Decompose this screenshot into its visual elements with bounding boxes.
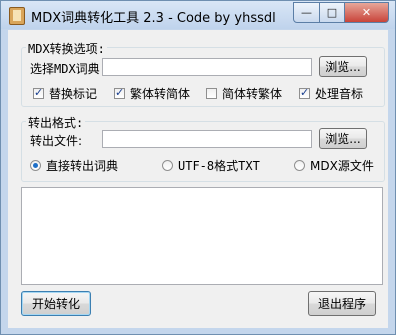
maximize-button[interactable]: □ (320, 2, 345, 23)
output-format-title: 转出格式: (26, 114, 86, 131)
exit-program-button[interactable]: 退出程序 (308, 291, 376, 316)
book-icon (9, 7, 25, 25)
log-textarea[interactable] (21, 187, 383, 285)
radio-label: UTF-8格式TXT (178, 159, 260, 173)
convert-options-title: MDX转换选项: (26, 40, 107, 57)
checkbox-label: 替换标记 (49, 87, 98, 101)
output-file-label: 转出文件: (30, 134, 83, 148)
output-file-input[interactable] (102, 130, 312, 148)
radio-dot[interactable] (162, 160, 173, 171)
radio-label: MDX源文件 (310, 159, 374, 173)
minimize-button[interactable]: — (293, 2, 320, 23)
direct-dictionary-radio[interactable]: 直接转出词典 (30, 157, 118, 174)
checkbox-box[interactable] (299, 86, 310, 99)
caption-buttons: — □ ✕ (293, 2, 389, 23)
checkbox-label: 处理音标 (315, 87, 364, 101)
utf8-txt-radio[interactable]: UTF-8格式TXT (162, 157, 260, 174)
checkbox-box[interactable] (33, 86, 44, 99)
checkbox-box[interactable] (206, 88, 217, 99)
traditional-to-simplified-checkbox[interactable]: 繁体转简体 (114, 85, 190, 102)
simplified-to-traditional-checkbox[interactable]: 简体转繁体 (206, 85, 282, 102)
radio-dot[interactable] (30, 160, 41, 171)
replace-tags-checkbox[interactable]: 替换标记 (33, 85, 97, 102)
checkbox-box[interactable] (114, 86, 125, 99)
browse-dictionary-button[interactable]: 浏览... (319, 56, 367, 77)
checkbox-label: 繁体转简体 (130, 87, 191, 101)
radio-label: 直接转出词典 (46, 159, 119, 173)
radio-dot[interactable] (294, 160, 305, 171)
window-title: MDX词典转化工具 2.3 - Code by yhssdl (31, 11, 276, 26)
mdx-source-radio[interactable]: MDX源文件 (294, 157, 374, 174)
process-phonetics-checkbox[interactable]: 处理音标 (299, 85, 363, 102)
select-dictionary-label: 选择MDX词典 (30, 62, 100, 76)
client-area: MDX转换选项: 选择MDX词典 浏览... 替换标记 繁体转简体 简体转繁体 … (8, 30, 388, 328)
dictionary-path-input[interactable] (102, 58, 312, 76)
close-button[interactable]: ✕ (345, 2, 389, 23)
start-convert-button[interactable]: 开始转化 (21, 291, 91, 316)
title-bar[interactable]: MDX词典转化工具 2.3 - Code by yhssdl — □ ✕ (1, 1, 395, 29)
browse-output-button[interactable]: 浏览... (319, 128, 367, 149)
app-window: MDX词典转化工具 2.3 - Code by yhssdl — □ ✕ MDX… (0, 0, 396, 335)
checkbox-label: 简体转繁体 (222, 87, 283, 101)
